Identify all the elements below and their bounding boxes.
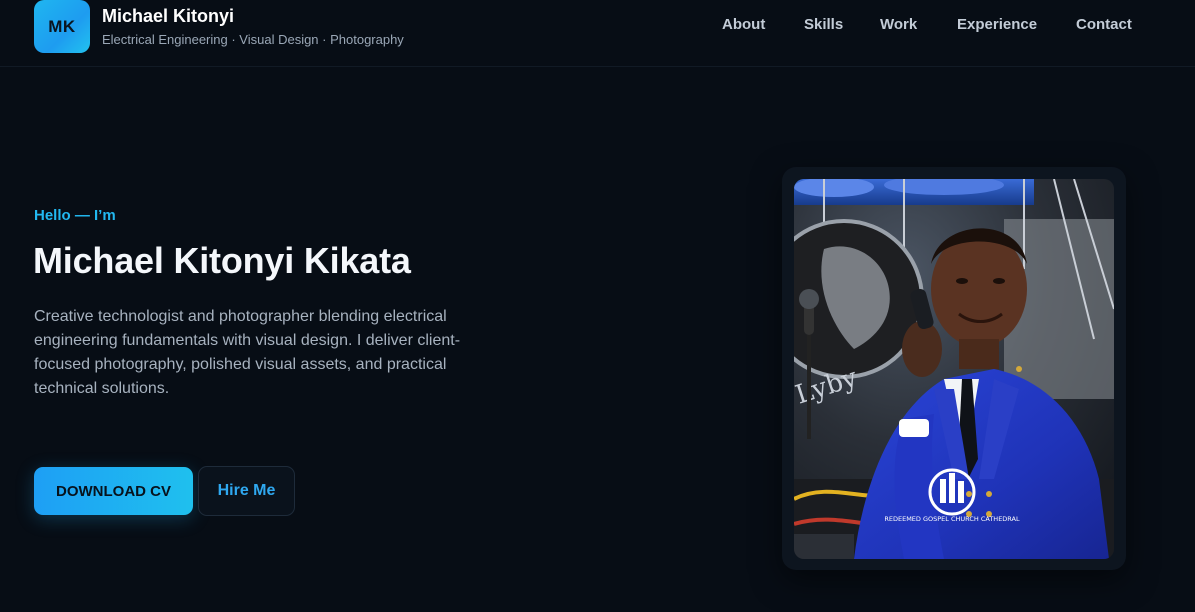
nav-link-work[interactable]: Work <box>880 16 917 33</box>
nav-link-skills[interactable]: Skills <box>804 16 843 33</box>
hero-kicker: Hello — I’m <box>34 207 116 224</box>
watermark-text: REDEEMED GOSPEL CHURCH CATHEDRAL <box>884 515 1020 523</box>
nav-link-experience[interactable]: Experience <box>957 16 1037 33</box>
brand-tagline: Electrical Engineering · Visual Design ·… <box>102 32 404 47</box>
profile-photo-card: Lyby REDEEMED GOSPEL CHURCH CATHEDRAL <box>782 167 1126 570</box>
hero-description: Creative technologist and photographer b… <box>34 308 461 397</box>
nav-link-contact[interactable]: Contact <box>1076 16 1132 33</box>
download-cv-button[interactable]: DOWNLOAD CV <box>34 467 193 515</box>
profile-photo: Lyby REDEEMED GOSPEL CHURCH CATHEDRAL <box>794 179 1114 559</box>
hero-title: Michael Kitonyi Kikata <box>33 240 411 281</box>
logo-initials: MK <box>48 16 76 36</box>
hire-me-button[interactable]: Hire Me <box>198 466 295 516</box>
top-navigation-bar: MK Michael Kitonyi Electrical Engineerin… <box>0 0 1195 67</box>
brand-name[interactable]: Michael Kitonyi <box>102 6 234 27</box>
logo-badge[interactable]: MK <box>34 0 90 53</box>
nav-link-about[interactable]: About <box>722 16 765 33</box>
